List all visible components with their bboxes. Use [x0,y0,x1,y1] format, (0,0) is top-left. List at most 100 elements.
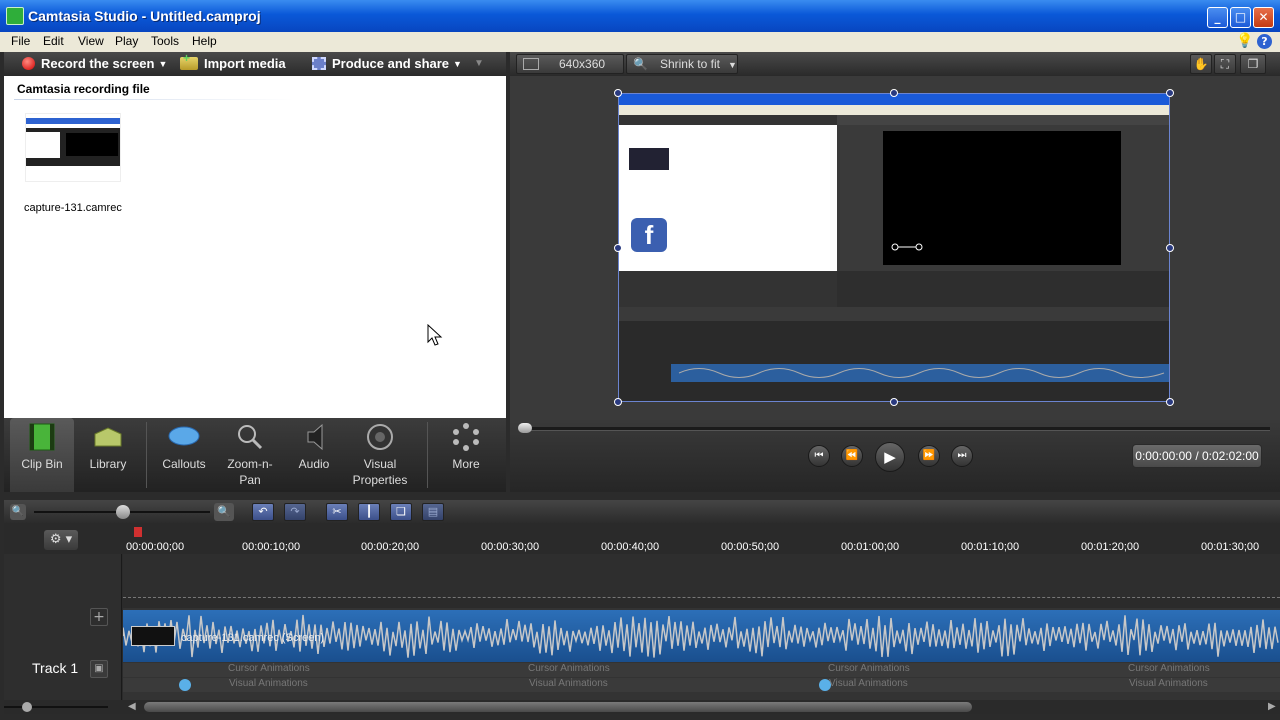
fullscreen-icon[interactable]: ⛶ [1214,54,1236,74]
produce-film-icon [312,57,326,70]
chevron-down-icon: ▼ [727,60,737,70]
anim-label: Visual Animations [529,678,608,689]
menu-edit[interactable]: Edit [43,34,64,48]
detach-preview-icon[interactable]: ❐ [1240,54,1266,74]
clip-bin-heading: Camtasia recording file [17,82,150,96]
menu-tools[interactable]: Tools [151,34,179,48]
window-title: Camtasia Studio - Untitled.camproj [28,8,261,24]
track-headers: + Track 1 ▣ [4,554,122,700]
lock-icon[interactable]: ▣ [90,660,108,678]
resize-handle[interactable] [1166,244,1174,252]
mouse-pointer-icon [427,324,443,346]
play-icon[interactable]: ▶ [875,442,905,472]
split-icon[interactable]: ┃ [358,503,380,521]
ruler-label: 00:00:20;00 [361,541,420,553]
cut-icon[interactable]: ✂ [326,503,348,521]
zoom-select[interactable]: 🔍 Shrink to fit ▼ [626,54,738,74]
track-1[interactable]: capture-131.camrec (Screen) Cursor Anima… [123,608,1280,700]
ruler-label: 00:00:00;00 [126,541,185,553]
record-icon [22,57,35,70]
animation-marker[interactable] [179,679,191,691]
import-folder-icon [180,51,198,70]
scrollbar-thumb[interactable] [144,702,972,712]
chevron-down-icon: ▼ [453,59,462,69]
timeline-clip[interactable]: capture-131.camrec (Screen) [123,610,1280,662]
timeline-scrollbar[interactable]: ◀ ▶ [4,700,1280,714]
visual-animations-row: Visual Animations Visual Animations Visu… [123,678,1280,692]
resize-handle[interactable] [614,244,622,252]
menu-bar: File Edit View Play Tools Help 💡 ? [0,32,1280,52]
resize-handle[interactable] [1166,89,1174,97]
undo-icon[interactable]: ↶ [252,503,274,521]
zoom-slider-handle[interactable] [116,505,130,519]
track-height-handle[interactable] [22,702,32,712]
menu-file[interactable]: File [11,34,30,48]
resize-handle[interactable] [890,89,898,97]
menu-view[interactable]: View [78,34,104,48]
camtasia-window: Camtasia Studio - Untitled.camproj _ □ ✕… [0,0,1280,720]
playhead-marker[interactable] [134,527,142,537]
produce-share-button[interactable]: Produce and share ▼ [312,56,462,71]
callouts-icon [168,426,200,446]
anim-label: Visual Animations [229,678,308,689]
track-height-slider[interactable] [4,706,108,708]
preview-area: f [510,76,1280,418]
zoom-n-pan-icon [238,425,263,450]
scroll-left-icon[interactable]: ◀ [128,701,136,712]
preview-canvas[interactable]: f [618,93,1170,402]
chevron-down-icon: ▼ [158,59,168,69]
copy-icon[interactable]: ❏ [390,503,412,521]
skip-forward-icon[interactable]: ⏭ [951,445,973,467]
redo-icon[interactable]: ↷ [284,503,306,521]
rewind-icon[interactable]: ⏪ [841,445,863,467]
zoom-out-icon[interactable]: 🔍 [10,504,26,520]
tab-zoom-n-pan[interactable]: Zoom-n-Pan [218,418,282,492]
anim-label: Cursor Animations [1128,663,1210,674]
tab-visual-properties[interactable]: Visual Properties [344,418,416,492]
skip-back-icon[interactable]: ⏮ [808,445,830,467]
editing-dimensions-button[interactable]: 640x360 [516,54,624,74]
anim-label: Cursor Animations [828,663,910,674]
dimensions-icon [523,58,539,70]
pan-hand-icon[interactable]: ✋ [1190,54,1212,74]
tab-clip-bin[interactable]: Clip Bin [10,418,74,492]
clip-label: capture-131.camrec (Screen) [181,632,325,644]
resize-handle[interactable] [614,89,622,97]
menu-help[interactable]: Help [192,34,217,48]
record-screen-button[interactable]: Record the screen ▼ [22,56,167,71]
tab-audio[interactable]: Audio [282,418,346,492]
menu-play[interactable]: Play [115,34,138,48]
scrub-bar[interactable] [520,427,1270,431]
lightbulb-icon[interactable]: 💡 [1236,33,1253,49]
timeline-ruler[interactable]: ⚙ ▾ 00:00:00;00 00:00:10;00 00:00:20;00 … [4,524,1280,554]
search-icon: 🔍 [633,57,648,71]
minimize-button[interactable]: _ [1207,7,1228,28]
resize-handle[interactable] [890,398,898,406]
ruler-label: 00:00:30;00 [481,541,540,553]
tab-more[interactable]: More [434,418,498,492]
tab-library[interactable]: Library [76,418,140,492]
close-button[interactable]: ✕ [1253,7,1274,28]
gear-icon[interactable]: ⚙ ▾ [44,530,78,550]
visual-properties-icon [367,424,393,450]
clip-thumbnail[interactable] [25,113,121,182]
import-media-button[interactable]: Import media [180,51,286,71]
clip-filename[interactable]: capture-131.camrec [24,202,122,214]
toolbar-overflow-icon[interactable]: ▼ [474,58,484,69]
add-track-icon[interactable]: + [90,608,108,626]
maximize-button[interactable]: □ [1230,7,1251,28]
zoom-in-icon[interactable]: 🔍 [214,503,234,521]
scroll-right-icon[interactable]: ▶ [1268,701,1276,712]
anim-label: Cursor Animations [228,663,310,674]
timecode-display: 0:00:00:00 / 0:02:02:00 [1132,444,1262,468]
paste-icon[interactable]: ▤ [422,503,444,521]
help-icon[interactable]: ? [1257,34,1272,49]
playback-controls: ⏮ ⏪ ▶ ⏩ ⏭ 0:00:00:00 / 0:02:02:00 [510,418,1280,492]
anim-label: Visual Animations [829,678,908,689]
fast-forward-icon[interactable]: ⏩ [918,445,940,467]
resize-handle[interactable] [1166,398,1174,406]
resize-handle[interactable] [614,398,622,406]
tab-callouts[interactable]: Callouts [152,418,216,492]
scrub-handle[interactable] [518,423,532,433]
empty-track-area[interactable] [123,554,1280,598]
